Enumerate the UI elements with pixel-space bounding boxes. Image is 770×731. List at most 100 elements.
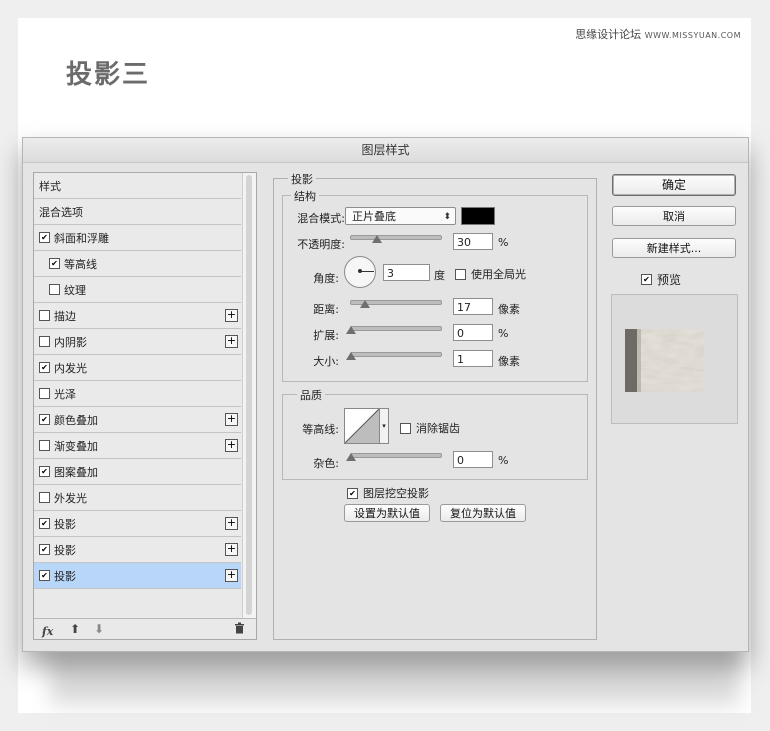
angle-input[interactable]: 3 bbox=[383, 264, 430, 281]
watermark: 思缘设计论坛 WWW.MISSYUAN.COM bbox=[575, 26, 741, 42]
opacity-input[interactable]: 30 bbox=[453, 233, 493, 250]
spread-slider[interactable] bbox=[350, 326, 442, 331]
select-arrows-icon: ⬍ bbox=[443, 212, 451, 222]
shadow-color-swatch[interactable] bbox=[461, 207, 495, 225]
style-list-item-label: 纹理 bbox=[64, 283, 86, 297]
checkbox-checked-icon[interactable]: ✔ bbox=[39, 544, 50, 555]
contour-dropdown-icon[interactable]: ▾ bbox=[379, 408, 389, 444]
opacity-unit: % bbox=[498, 236, 509, 249]
checkbox-checked-icon[interactable]: ✔ bbox=[39, 466, 50, 477]
add-effect-icon[interactable]: + bbox=[225, 335, 238, 348]
style-list-item[interactable]: 内阴影 + bbox=[34, 329, 241, 355]
checkbox-icon bbox=[400, 422, 411, 434]
new-style-button[interactable]: 新建样式... bbox=[612, 238, 736, 258]
style-list-item[interactable]: ✔ 颜色叠加 + bbox=[34, 407, 241, 433]
contour-preview[interactable] bbox=[344, 408, 380, 444]
angle-label: 角度: bbox=[313, 272, 339, 285]
checkbox-checked-icon[interactable]: ✔ bbox=[39, 362, 50, 373]
add-effect-icon[interactable]: + bbox=[225, 543, 238, 556]
checkbox-checked-icon[interactable]: ✔ bbox=[39, 232, 50, 243]
style-list-item-label: 外发光 bbox=[54, 491, 87, 505]
add-effect-icon[interactable]: + bbox=[225, 569, 238, 582]
linear-contour-icon bbox=[345, 409, 379, 443]
noise-slider[interactable] bbox=[350, 453, 442, 458]
checkbox-checked-icon[interactable]: ✔ bbox=[39, 570, 50, 581]
distance-slider-thumb[interactable] bbox=[360, 300, 370, 308]
anti-alias-checkbox[interactable]: 消除锯齿 bbox=[400, 420, 460, 436]
style-list-item[interactable]: ✔ 图案叠加 bbox=[34, 459, 241, 485]
style-list-item-label: 样式 bbox=[39, 179, 61, 193]
style-list-item[interactable]: ✔ 内发光 bbox=[34, 355, 241, 381]
use-global-light-label: 使用全局光 bbox=[471, 268, 526, 281]
checkbox-icon bbox=[455, 268, 466, 280]
cancel-button[interactable]: 取消 bbox=[612, 206, 736, 226]
style-list-item-label: 投影 bbox=[54, 543, 76, 557]
checkbox-icon[interactable] bbox=[39, 440, 50, 451]
preview-checkbox[interactable]: ✔ 预览 bbox=[641, 271, 681, 288]
style-list-item[interactable]: ✔ 投影 + bbox=[34, 563, 241, 589]
structure-title: 结构 bbox=[291, 188, 319, 204]
checkbox-icon[interactable] bbox=[49, 284, 60, 295]
watermark-site-name: 思缘设计论坛 bbox=[575, 28, 642, 41]
opacity-slider[interactable] bbox=[350, 235, 442, 240]
checkbox-icon[interactable] bbox=[39, 336, 50, 347]
quality-group: 品质 等高线: ▾ 消除锯齿 杂色: 0 % bbox=[282, 387, 588, 480]
structure-group: 结构 混合模式: 正片叠底 ⬍ 不透明度: 30 % 角度: 3 度 使用全局光 bbox=[282, 188, 588, 382]
scrollbar-thumb[interactable] bbox=[246, 175, 252, 615]
style-list-item-label: 光泽 bbox=[54, 387, 76, 401]
checkbox-icon[interactable] bbox=[39, 388, 50, 399]
style-list-item[interactable]: ✔ 投影 + bbox=[34, 511, 241, 537]
size-input[interactable]: 1 bbox=[453, 350, 493, 367]
style-list-item-label: 渐变叠加 bbox=[54, 439, 98, 453]
style-list-item-label: 图案叠加 bbox=[54, 465, 98, 479]
style-list-item[interactable]: ✔ 投影 + bbox=[34, 537, 241, 563]
angle-unit: 度 bbox=[434, 269, 445, 282]
add-effect-icon[interactable]: + bbox=[225, 517, 238, 530]
style-list-scrollbar[interactable] bbox=[242, 173, 256, 618]
checkbox-checked-icon[interactable]: ✔ bbox=[39, 518, 50, 529]
spread-label: 扩展: bbox=[313, 329, 339, 342]
style-list-item[interactable]: 外发光 bbox=[34, 485, 241, 511]
add-effect-icon[interactable]: + bbox=[225, 439, 238, 452]
add-effect-icon[interactable]: + bbox=[225, 309, 238, 322]
size-slider[interactable] bbox=[350, 352, 442, 357]
noise-label: 杂色: bbox=[313, 457, 339, 470]
style-list-item[interactable]: 光泽 bbox=[34, 381, 241, 407]
use-global-light-checkbox[interactable]: 使用全局光 bbox=[455, 266, 526, 282]
noise-slider-thumb[interactable] bbox=[346, 453, 356, 461]
style-list-item[interactable]: ✔ 等高线 bbox=[34, 251, 241, 277]
ok-button[interactable]: 确定 bbox=[612, 174, 736, 196]
checkbox-checked-icon[interactable]: ✔ bbox=[39, 414, 50, 425]
add-effect-icon[interactable]: + bbox=[225, 413, 238, 426]
preview-label: 预览 bbox=[657, 273, 682, 287]
dialog-drop-shadow bbox=[50, 650, 740, 705]
move-down-icon[interactable]: ⬇ bbox=[94, 622, 104, 636]
distance-input[interactable]: 17 bbox=[453, 298, 493, 315]
settings-group-title: 投影 bbox=[288, 171, 316, 187]
noise-input[interactable]: 0 bbox=[453, 451, 493, 468]
angle-needle bbox=[360, 271, 374, 272]
spread-slider-thumb[interactable] bbox=[346, 326, 356, 334]
make-default-button[interactable]: 设置为默认值 bbox=[344, 504, 430, 522]
move-up-icon[interactable]: ⬆ bbox=[70, 622, 80, 636]
trash-icon[interactable] bbox=[234, 622, 245, 637]
spread-input[interactable]: 0 bbox=[453, 324, 493, 341]
style-list-item[interactable]: 混合选项 bbox=[34, 199, 241, 225]
opacity-slider-thumb[interactable] bbox=[372, 235, 382, 243]
style-list-item-label: 混合选项 bbox=[39, 205, 83, 219]
dialog-title: 图层样式 bbox=[23, 138, 748, 163]
knockout-checkbox[interactable]: ✔ 图层挖空投影 bbox=[347, 485, 429, 501]
style-list-item[interactable]: ✔ 斜面和浮雕 bbox=[34, 225, 241, 251]
style-list-item-label: 描边 bbox=[54, 309, 76, 323]
checkbox-icon[interactable] bbox=[39, 310, 50, 321]
style-list-item[interactable]: 描边 + bbox=[34, 303, 241, 329]
reset-default-button[interactable]: 复位为默认值 bbox=[440, 504, 526, 522]
style-list-item[interactable]: 纹理 bbox=[34, 277, 241, 303]
style-list-item[interactable]: 渐变叠加 + bbox=[34, 433, 241, 459]
blend-mode-select[interactable]: 正片叠底 ⬍ bbox=[345, 207, 456, 225]
style-list-item[interactable]: 样式 bbox=[34, 173, 241, 199]
checkbox-checked-icon[interactable]: ✔ bbox=[49, 258, 60, 269]
checkbox-icon[interactable] bbox=[39, 492, 50, 503]
angle-dial[interactable] bbox=[344, 256, 376, 288]
size-slider-thumb[interactable] bbox=[346, 352, 356, 360]
